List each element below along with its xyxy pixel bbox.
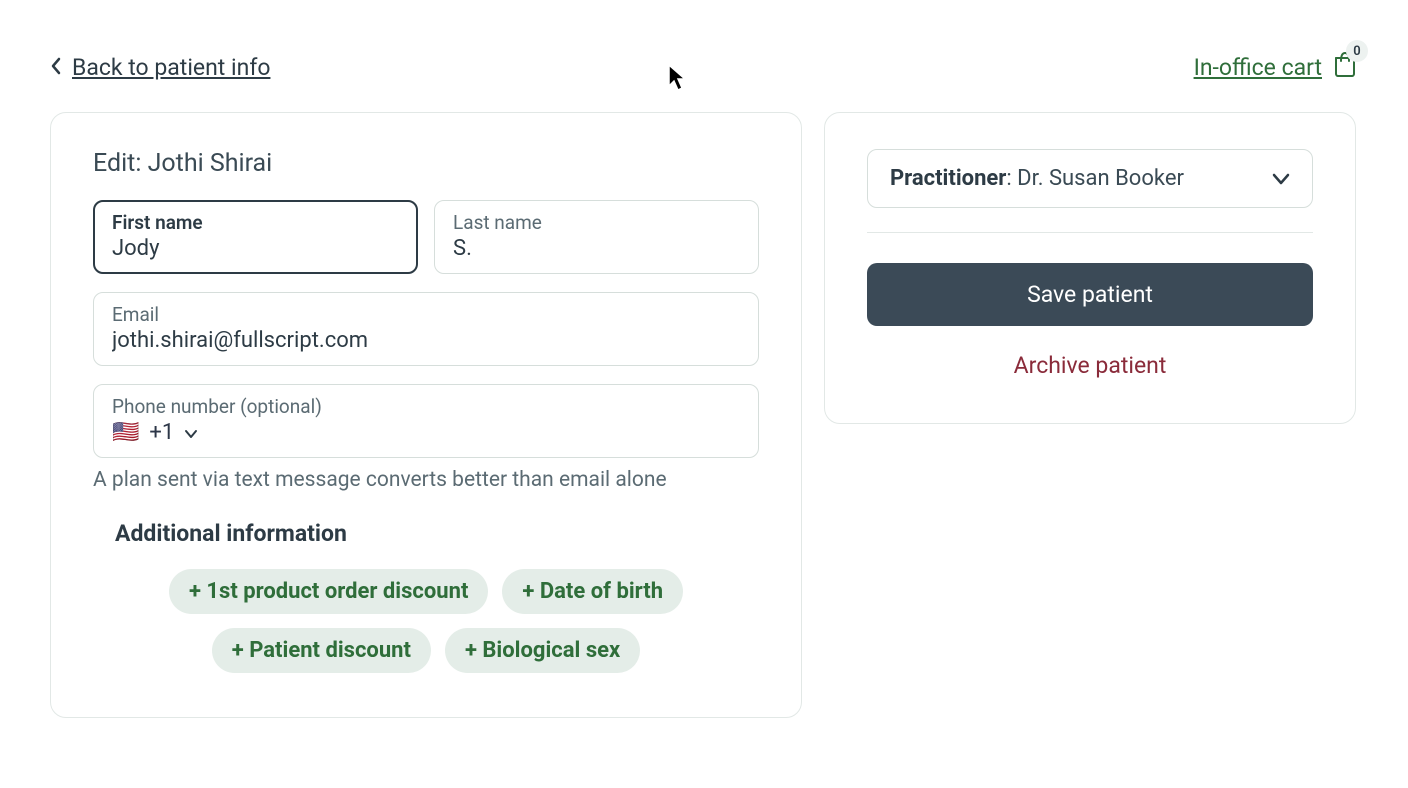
name-row: First name Last name <box>93 200 759 274</box>
chevron-left-icon <box>50 54 62 81</box>
back-link[interactable]: Back to patient info <box>50 54 270 81</box>
additional-chips: + 1st product order discount + Date of b… <box>146 569 706 673</box>
chip-product-discount[interactable]: + 1st product order discount <box>169 569 488 614</box>
cart-link-label: In-office cart <box>1194 54 1322 81</box>
last-name-field[interactable]: Last name <box>434 200 759 274</box>
main-content: Edit: Jothi Shirai First name Last name … <box>50 112 1358 718</box>
save-patient-button[interactable]: Save patient <box>867 263 1313 326</box>
cart-link[interactable]: In-office cart 0 <box>1194 50 1358 84</box>
email-field[interactable]: Email <box>93 292 759 366</box>
chip-patient-discount[interactable]: + Patient discount <box>212 628 431 673</box>
chip-date-of-birth[interactable]: + Date of birth <box>502 569 683 614</box>
last-name-label: Last name <box>453 211 740 234</box>
chevron-down-icon <box>1272 166 1290 191</box>
last-name-input[interactable] <box>453 236 740 261</box>
shopping-bag-icon: 0 <box>1332 50 1358 84</box>
actions-card: Practitioner: Dr. Susan Booker Save pati… <box>824 112 1356 424</box>
chevron-down-icon[interactable] <box>184 420 198 445</box>
phone-label: Phone number (optional) <box>112 395 740 418</box>
back-link-label: Back to patient info <box>72 54 270 81</box>
email-label: Email <box>112 303 740 326</box>
edit-patient-card: Edit: Jothi Shirai First name Last name … <box>50 112 802 718</box>
cart-count-badge: 0 <box>1346 40 1368 62</box>
practitioner-select[interactable]: Practitioner: Dr. Susan Booker <box>867 149 1313 208</box>
top-bar: Back to patient info In-office cart 0 <box>50 50 1358 84</box>
flag-icon: 🇺🇸 <box>112 420 139 445</box>
chip-biological-sex[interactable]: + Biological sex <box>445 628 640 673</box>
additional-info-heading: Additional information <box>115 520 759 547</box>
email-input[interactable] <box>112 328 740 353</box>
first-name-field[interactable]: First name <box>93 200 418 274</box>
practitioner-name: : Dr. Susan Booker <box>1006 166 1184 191</box>
archive-patient-button[interactable]: Archive patient <box>867 352 1313 379</box>
phone-code: +1 <box>149 420 174 445</box>
divider <box>867 232 1313 233</box>
phone-hint: A plan sent via text message converts be… <box>93 468 759 492</box>
phone-field[interactable]: Phone number (optional) 🇺🇸 +1 <box>93 384 759 458</box>
first-name-input[interactable] <box>112 236 399 261</box>
edit-title: Edit: Jothi Shirai <box>93 149 759 178</box>
first-name-label: First name <box>112 211 399 234</box>
practitioner-label: Practitioner <box>890 166 1006 191</box>
